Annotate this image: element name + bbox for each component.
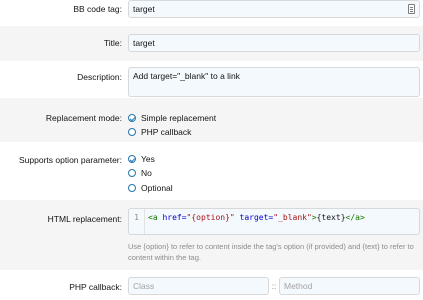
option-label: No (141, 168, 152, 178)
option-label: Simple replacement (141, 113, 217, 123)
html-replacement-hint: Use {option} to refer to content inside … (128, 242, 414, 262)
php-callback-separator: :: (271, 281, 277, 291)
method-placeholder: Method (284, 281, 313, 291)
supports-option-yes[interactable]: Yes (128, 153, 155, 165)
title-input[interactable]: target (128, 34, 420, 52)
bb-code-form: BB code tag: target Title: target Descri… (0, 0, 423, 300)
code-text: {text} (316, 213, 346, 222)
code-tag-open: <a (148, 213, 158, 222)
description-value: Add target="_blank" to a link (133, 71, 240, 81)
code-string-option: "{option}" (186, 213, 235, 222)
option-label: Optional (141, 183, 173, 193)
code-string-blank: "_blank" (273, 213, 312, 222)
description-label: Description: (77, 72, 122, 82)
replacement-mode-option-simple[interactable]: Simple replacement (128, 112, 216, 124)
code-tag-end: </a> (345, 213, 365, 222)
code-attr-href: href= (157, 213, 187, 222)
code-attr-target: target= (234, 213, 274, 222)
radio-unchecked-icon[interactable] (128, 128, 136, 136)
title-value: target (133, 38, 155, 48)
title-label: Title: (103, 38, 122, 48)
php-callback-label: PHP callback: (69, 282, 122, 292)
php-callback-method-input[interactable]: Method (279, 277, 420, 295)
radio-checked-icon[interactable] (128, 114, 136, 122)
class-placeholder: Class (133, 281, 155, 291)
description-textarea[interactable]: Add target="_blank" to a link (128, 67, 420, 97)
php-callback-class-input[interactable]: Class (128, 277, 269, 295)
supports-option-label: Supports option parameter: (18, 155, 122, 165)
option-label: Yes (141, 154, 155, 164)
replacement-mode-option-php[interactable]: PHP callback (128, 126, 191, 138)
document-icon[interactable] (408, 4, 415, 14)
radio-unchecked-icon[interactable] (128, 184, 136, 192)
radio-checked-icon[interactable] (128, 155, 136, 163)
bb-code-tag-label: BB code tag: (73, 4, 122, 14)
supports-option-optional[interactable]: Optional (128, 182, 173, 194)
radio-unchecked-icon[interactable] (128, 169, 136, 177)
code-line: <a href="{option}" target="_blank">{text… (148, 213, 365, 222)
line-number: 1 (129, 209, 145, 234)
replacement-mode-label: Replacement mode: (45, 113, 122, 123)
bb-code-tag-value: target (133, 4, 155, 14)
bb-code-tag-input[interactable]: target (128, 0, 420, 18)
html-replacement-label: HTML replacement: (47, 214, 122, 224)
option-label: PHP callback (141, 127, 192, 137)
html-replacement-code-editor[interactable]: 1 <a href="{option}" target="_blank">{te… (128, 208, 420, 235)
supports-option-no[interactable]: No (128, 167, 152, 179)
